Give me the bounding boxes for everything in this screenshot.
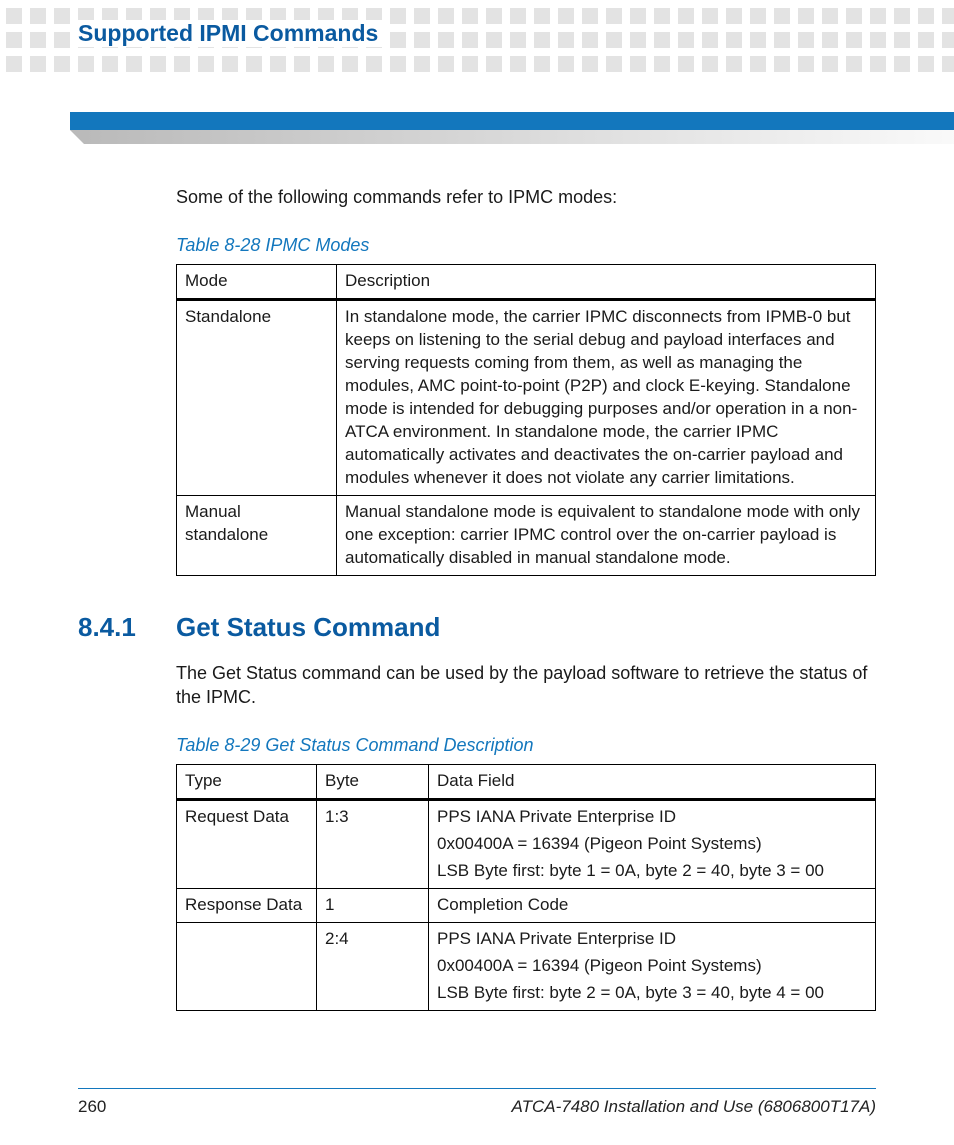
cell-desc: In standalone mode, the carrier IPMC dis… bbox=[337, 300, 876, 496]
page-footer: 260 ATCA-7480 Installation and Use (6806… bbox=[78, 1097, 876, 1117]
intro-text: Some of the following commands refer to … bbox=[176, 185, 876, 209]
footer-rule bbox=[78, 1088, 876, 1089]
cell-line: Completion Code bbox=[437, 894, 867, 917]
cell-line: 0x00400A = 16394 (Pigeon Point Systems) bbox=[437, 833, 867, 856]
table-1-caption: Table 8-28 IPMC Modes bbox=[176, 235, 876, 256]
cell-data: Completion Code bbox=[429, 888, 876, 922]
table-header: Type bbox=[177, 765, 317, 800]
table-row: Response Data 1 Completion Code bbox=[177, 888, 876, 922]
table-header: Byte bbox=[317, 765, 429, 800]
table-row: Manual standalone Manual standalone mode… bbox=[177, 495, 876, 575]
section-number: 8.4.1 bbox=[78, 612, 142, 643]
page-number: 260 bbox=[78, 1097, 106, 1117]
cell-data: PPS IANA Private Enterprise ID 0x00400A … bbox=[429, 800, 876, 889]
table-header: Description bbox=[337, 265, 876, 300]
cell-type: Request Data bbox=[177, 800, 317, 889]
section-title: Get Status Command bbox=[176, 612, 440, 643]
doc-title-footer: ATCA-7480 Installation and Use (6806800T… bbox=[512, 1097, 876, 1117]
cell-line: LSB Byte first: byte 1 = 0A, byte 2 = 40… bbox=[437, 860, 867, 883]
table-2-caption: Table 8-29 Get Status Command Descriptio… bbox=[176, 735, 876, 756]
header-blue-bar bbox=[70, 112, 954, 130]
cell-type bbox=[177, 922, 317, 1010]
header-shadow-bar bbox=[70, 130, 954, 144]
cell-line: PPS IANA Private Enterprise ID bbox=[437, 806, 867, 829]
table-row: Request Data 1:3 PPS IANA Private Enterp… bbox=[177, 800, 876, 889]
cell-line: 0x00400A = 16394 (Pigeon Point Systems) bbox=[437, 955, 867, 978]
cell-data: PPS IANA Private Enterprise ID 0x00400A … bbox=[429, 922, 876, 1010]
cell-byte: 1:3 bbox=[317, 800, 429, 889]
ipmc-modes-table: Mode Description Standalone In standalon… bbox=[176, 264, 876, 575]
cell-line: LSB Byte first: byte 2 = 0A, byte 3 = 40… bbox=[437, 982, 867, 1005]
cell-line: PPS IANA Private Enterprise ID bbox=[437, 928, 867, 951]
cell-byte: 2:4 bbox=[317, 922, 429, 1010]
cell-mode: Standalone bbox=[177, 300, 337, 496]
section-body: The Get Status command can be used by th… bbox=[176, 661, 876, 710]
table-header: Mode bbox=[177, 265, 337, 300]
cell-mode: Manual standalone bbox=[177, 495, 337, 575]
cell-byte: 1 bbox=[317, 888, 429, 922]
cell-type: Response Data bbox=[177, 888, 317, 922]
table-header: Data Field bbox=[429, 765, 876, 800]
cell-desc: Manual standalone mode is equivalent to … bbox=[337, 495, 876, 575]
get-status-table: Type Byte Data Field Request Data 1:3 PP… bbox=[176, 764, 876, 1011]
table-row: Standalone In standalone mode, the carri… bbox=[177, 300, 876, 496]
page-header-title: Supported IPMI Commands bbox=[78, 20, 388, 47]
table-row: 2:4 PPS IANA Private Enterprise ID 0x004… bbox=[177, 922, 876, 1010]
section-heading: 8.4.1 Get Status Command bbox=[78, 612, 876, 643]
